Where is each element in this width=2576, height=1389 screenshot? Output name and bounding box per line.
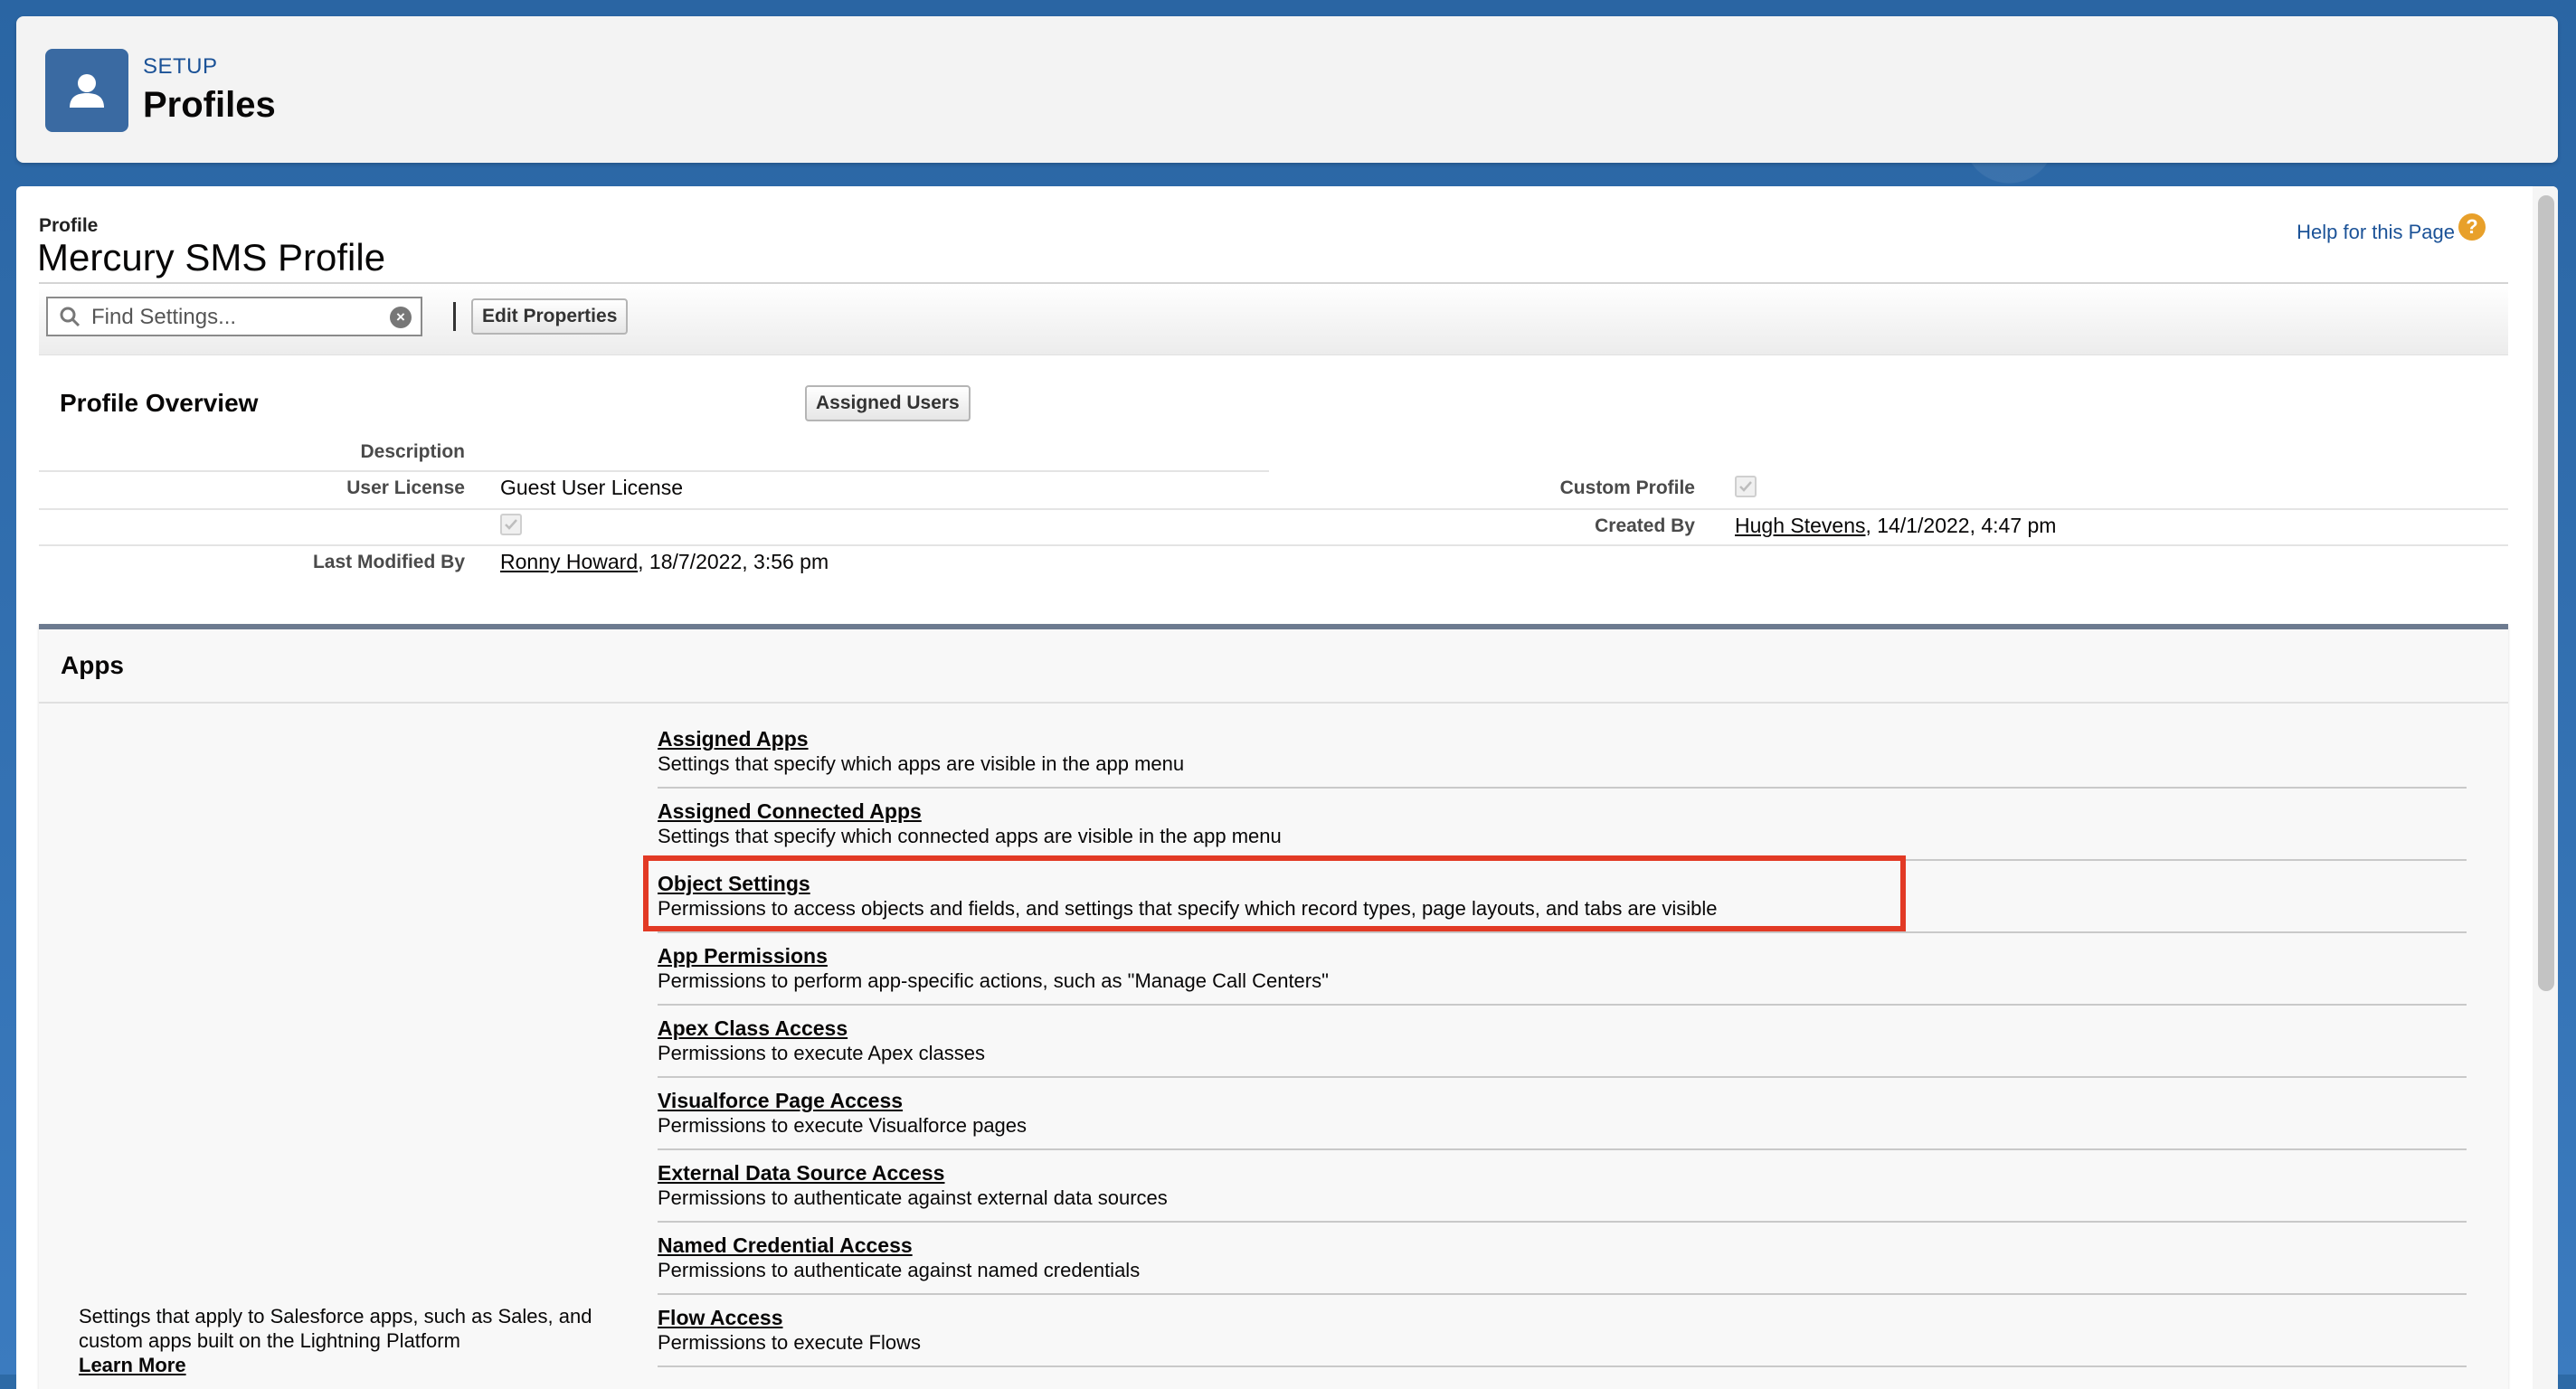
vertical-scrollbar[interactable] — [2533, 186, 2558, 1389]
apps-section: Apps Settings that apply to Salesforce a… — [39, 624, 2508, 1389]
assigned-connected-apps-link[interactable]: Assigned Connected Apps — [658, 799, 922, 824]
unlabeled-checkbox — [500, 514, 522, 535]
flow-access-link[interactable]: Flow Access — [658, 1306, 782, 1330]
assigned-connected-apps-description: Settings that specify which connected ap… — [658, 825, 1282, 847]
clear-search-icon[interactable]: × — [390, 307, 412, 328]
apex-class-access-description: Permissions to execute Apex classes — [658, 1042, 985, 1064]
visualforce-page-access-link[interactable]: Visualforce Page Access — [658, 1089, 903, 1113]
help-icon[interactable]: ? — [2458, 213, 2486, 241]
profile-toolbar: × Edit Properties — [39, 282, 2508, 355]
app-item-object-settings: Object Settings Permissions to access ob… — [643, 855, 2467, 933]
row-divider — [39, 470, 1269, 472]
find-settings-search[interactable]: × — [46, 297, 422, 336]
apps-description: Settings that apply to Salesforce apps, … — [79, 1304, 621, 1377]
find-settings-input[interactable] — [90, 302, 383, 333]
user-license-label: User License — [346, 477, 465, 498]
app-item-assigned-apps: Assigned Apps Settings that specify whic… — [658, 716, 2467, 789]
app-permissions-description: Permissions to perform app-specific acti… — [658, 969, 1329, 992]
user-icon — [45, 49, 128, 132]
apps-section-header: Apps — [39, 629, 2508, 704]
search-icon — [59, 306, 80, 332]
app-item-external-data-source-access: External Data Source Access Permissions … — [658, 1150, 2467, 1223]
created-by-label: Created By — [1595, 515, 1695, 536]
page-title: Profiles — [143, 85, 276, 125]
created-by-user-link[interactable]: Hugh Stevens — [1735, 514, 1865, 537]
visualforce-page-access-description: Permissions to execute Visualforce pages — [658, 1114, 1028, 1137]
setup-header: SETUP Profiles — [16, 16, 2558, 163]
custom-profile-checkbox — [1735, 476, 1757, 497]
scrollbar-thumb[interactable] — [2538, 195, 2554, 991]
learn-more-link[interactable]: Learn More — [79, 1354, 186, 1376]
last-modified-date: , 18/7/2022, 3:56 pm — [638, 550, 829, 573]
app-permissions-link[interactable]: App Permissions — [658, 944, 828, 969]
external-data-source-access-description: Permissions to authenticate against exte… — [658, 1186, 1168, 1209]
created-by-date: , 14/1/2022, 4:47 pm — [1865, 514, 2057, 537]
assigned-apps-description: Settings that specify which apps are vis… — [658, 752, 1185, 775]
edit-properties-button[interactable]: Edit Properties — [471, 298, 629, 335]
last-modified-by-value: Ronny Howard, 18/7/2022, 3:56 pm — [500, 550, 829, 574]
object-settings-description: Permissions to access objects and fields… — [658, 897, 1718, 920]
external-data-source-access-link[interactable]: External Data Source Access — [658, 1161, 944, 1186]
user-license-value: Guest User License — [500, 476, 683, 499]
apps-heading: Apps — [61, 651, 124, 679]
help-for-this-page-link[interactable]: Help for this Page — [2297, 221, 2455, 244]
profile-detail-card: Profile Mercury SMS Profile Help for thi… — [16, 186, 2558, 1389]
profile-type-label: Profile — [39, 215, 99, 236]
app-item-app-permissions: App Permissions Permissions to perform a… — [658, 933, 2467, 1006]
app-item-visualforce-page-access: Visualforce Page Access Permissions to e… — [658, 1078, 2467, 1150]
profile-overview-heading: Profile Overview — [60, 389, 259, 417]
custom-profile-label: Custom Profile — [1559, 477, 1695, 498]
assigned-apps-link[interactable]: Assigned Apps — [658, 727, 809, 751]
app-item-named-credential-access: Named Credential Access Permissions to a… — [658, 1223, 2467, 1295]
apps-settings-list: Assigned Apps Settings that specify whic… — [643, 716, 2467, 1367]
object-settings-link[interactable]: Object Settings — [658, 872, 810, 896]
named-credential-access-link[interactable]: Named Credential Access — [658, 1233, 913, 1258]
toolbar-divider — [453, 302, 456, 331]
row-divider — [39, 508, 2508, 510]
apex-class-access-link[interactable]: Apex Class Access — [658, 1016, 848, 1041]
row-divider — [39, 544, 2508, 546]
assigned-users-button[interactable]: Assigned Users — [805, 385, 971, 421]
setup-label: SETUP — [143, 54, 218, 79]
profile-name: Mercury SMS Profile — [37, 236, 386, 279]
flow-access-description: Permissions to execute Flows — [658, 1331, 921, 1354]
last-modified-by-label: Last Modified By — [312, 552, 465, 572]
apps-description-text: Settings that apply to Salesforce apps, … — [79, 1305, 592, 1352]
app-item-flow-access: Flow Access Permissions to execute Flows — [658, 1295, 2467, 1367]
app-item-assigned-connected-apps: Assigned Connected Apps Settings that sp… — [658, 789, 2467, 861]
app-item-apex-class-access: Apex Class Access Permissions to execute… — [658, 1006, 2467, 1078]
named-credential-access-description: Permissions to authenticate against name… — [658, 1259, 1141, 1281]
description-label: Description — [360, 441, 465, 462]
created-by-value: Hugh Stevens, 14/1/2022, 4:47 pm — [1735, 514, 2056, 538]
last-modified-user-link[interactable]: Ronny Howard — [500, 550, 638, 573]
